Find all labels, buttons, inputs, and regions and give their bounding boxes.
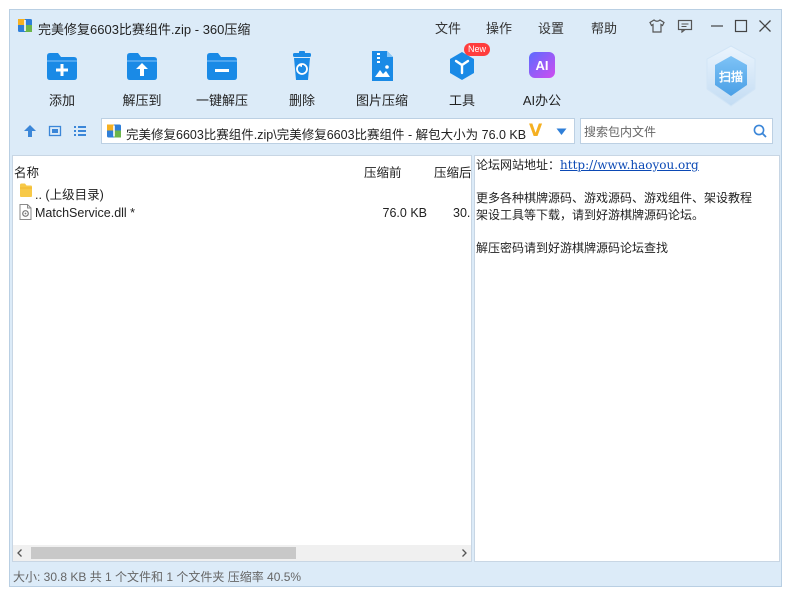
image-compress-button[interactable]: 图片压缩 (350, 50, 414, 108)
archive-comment-pane: 论坛网站地址：http://www.haoyou.org 更多各种棋牌源码、游戏… (474, 155, 780, 562)
file-row-matchservice[interactable]: MatchService.dll * 76.0 KB 30. (13, 203, 471, 223)
one-click-extract-icon (207, 53, 237, 80)
window-title: 完美修复6603比赛组件.zip - 360压缩 (38, 22, 251, 37)
comment-line-3: 架设工具等下载，请到好游棋牌源码论坛。 (476, 208, 705, 222)
close-icon (759, 20, 771, 32)
file-row-parent[interactable]: .. (上级目录) (13, 181, 471, 202)
new-badge: New (464, 43, 491, 56)
comment-line-1: 论坛网站地址：http://www.haoyou.org (476, 157, 699, 174)
file-packed-size: 30. (453, 206, 471, 220)
ai-icon-text: AI (536, 58, 549, 73)
forum-address-label: 论坛网站地址： (476, 158, 561, 172)
column-header-size[interactable]: 压缩前 (364, 162, 402, 181)
scan-label: 扫描 (719, 69, 743, 84)
trash-icon (293, 51, 311, 80)
tools-button[interactable]: New 工具 (430, 43, 494, 108)
message-icon (677, 19, 693, 33)
forum-link[interactable]: http://www.haoyou.org (560, 158, 699, 172)
minimize-icon (711, 25, 723, 27)
status-bar: 大小: 30.8 KB 共 1 个文件和 1 个文件夹 压缩率 40.5% (13, 570, 302, 584)
file-list-pane: 名称 压缩前 压缩后 .. (上级目录) MatchService.dll * … (12, 155, 472, 562)
add-label: 添加 (48, 93, 75, 108)
chevron-down-icon[interactable] (556, 128, 567, 136)
extract-to-button[interactable]: 解压到 (110, 50, 174, 108)
one-click-extract-button[interactable]: 一键解压 (190, 50, 254, 108)
menu-operation[interactable]: 操作 (486, 18, 512, 37)
file-name: .. (上级目录) (35, 188, 104, 202)
column-header-packed[interactable]: 压缩后 (434, 162, 471, 181)
maximize-button[interactable] (731, 16, 751, 36)
image-compress-label: 图片压缩 (355, 93, 408, 108)
zip-app-icon (18, 19, 32, 32)
scrollbar-thumb[interactable] (31, 547, 296, 559)
list-view-icon[interactable] (73, 124, 87, 138)
horizontal-scrollbar[interactable] (13, 545, 471, 561)
comment-line-4: 解压密码请到好游棋牌源码论坛查找 (476, 241, 669, 255)
minimize-button[interactable] (707, 16, 727, 36)
feedback-button[interactable] (675, 16, 695, 36)
file-size: 76.0 KB (382, 206, 427, 220)
address-path: 完美修复6603比赛组件.zip\完美修复6603比赛组件 - 解包大小为 76… (126, 128, 527, 142)
scroll-right-icon[interactable] (460, 549, 468, 557)
ai-office-label: AI办公 (522, 93, 562, 108)
dll-file-icon (19, 204, 32, 220)
close-button[interactable] (755, 16, 775, 36)
address-bar[interactable]: 完美修复6603比赛组件.zip\完美修复6603比赛组件 - 解包大小为 76… (101, 118, 575, 144)
ai-office-button[interactable]: AI AI办公 (510, 50, 574, 108)
search-box[interactable] (580, 118, 773, 144)
scroll-left-icon[interactable] (16, 549, 24, 557)
delete-label: 删除 (288, 93, 315, 108)
column-header-name[interactable]: 名称 (14, 162, 39, 181)
tshirt-icon (649, 19, 665, 33)
menu-file[interactable]: 文件 (435, 18, 461, 37)
menu-help[interactable]: 帮助 (591, 18, 617, 37)
extract-to-icon (127, 53, 157, 80)
ai-office-icon: AI (529, 52, 555, 78)
scan-button[interactable]: 扫描 (703, 44, 759, 108)
one-click-extract-label: 一键解压 (195, 93, 248, 108)
add-folder-icon (47, 53, 77, 80)
maximize-icon (734, 19, 748, 33)
comment-line-2: 更多各种棋牌源码、游戏源码、游戏组件、架设教程 (476, 191, 753, 205)
extract-to-label: 解压到 (122, 93, 162, 108)
up-arrow-icon[interactable] (23, 124, 37, 138)
menu-settings[interactable]: 设置 (538, 18, 564, 37)
v-mark-icon[interactable]: V (529, 121, 542, 141)
scan-shield-icon: 扫描 (706, 45, 756, 107)
image-compress-icon (372, 51, 393, 81)
add-button[interactable]: 添加 (30, 50, 94, 108)
app-window: 完美修复6603比赛组件.zip - 360压缩 文件 操作 设置 帮助 添加 … (9, 9, 782, 587)
search-icon[interactable] (753, 124, 767, 138)
title-bar: 完美修复6603比赛组件.zip - 360压缩 文件 操作 设置 帮助 (10, 10, 781, 42)
skin-button[interactable] (647, 16, 667, 36)
search-input[interactable] (582, 120, 746, 144)
delete-button[interactable]: 删除 (270, 50, 334, 108)
tools-label: 工具 (448, 93, 475, 108)
file-name: MatchService.dll * (35, 206, 136, 220)
thumbnail-view-icon[interactable] (48, 124, 62, 138)
zip-file-icon (107, 124, 121, 138)
folder-icon (20, 183, 32, 197)
